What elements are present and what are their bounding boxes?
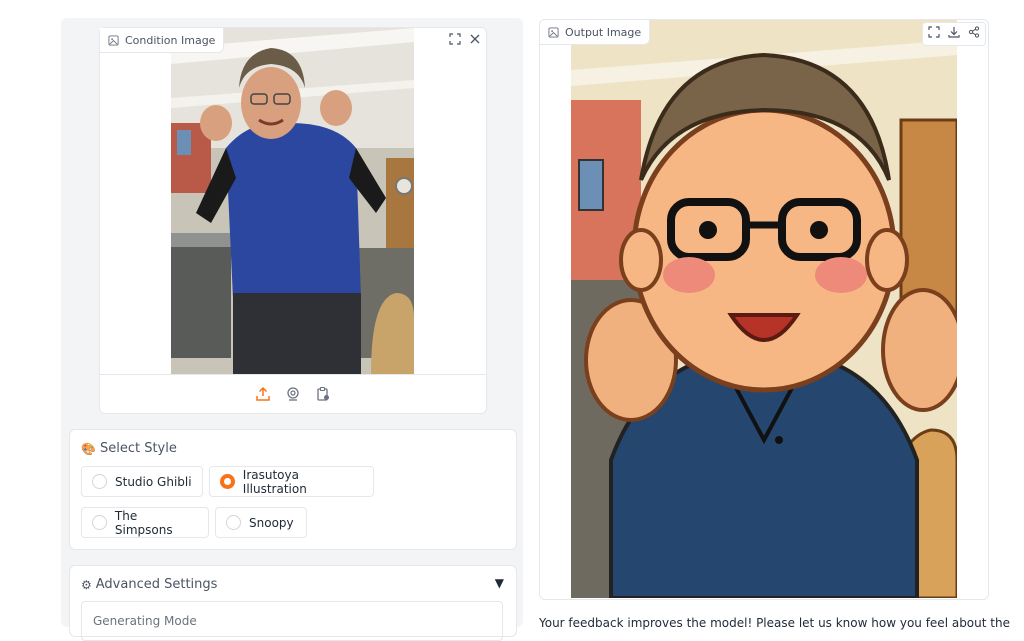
condition-image-box[interactable]: Condition Image: [99, 27, 487, 414]
webcam-icon[interactable]: [284, 385, 302, 403]
style-option-snoopy[interactable]: Snoopy: [215, 507, 307, 538]
output-illustration: [571, 20, 965, 599]
fullscreen-icon[interactable]: [925, 23, 943, 41]
gear-icon: ⚙: [81, 577, 92, 592]
style-option-the-simpsons[interactable]: The Simpsons: [81, 507, 209, 538]
radio-button[interactable]: [92, 515, 107, 530]
style-option-irasutoya[interactable]: Irasutoya Illustration: [209, 466, 374, 497]
generating-mode-field[interactable]: Generating Mode: [81, 601, 503, 641]
image-icon: [108, 34, 119, 46]
condition-source-bar: [100, 374, 486, 413]
output-image-box: Output Image: [539, 19, 989, 600]
palette-icon: 🎨: [81, 441, 96, 456]
share-icon[interactable]: [965, 23, 983, 41]
radio-button-selected[interactable]: [220, 474, 235, 489]
condition-toolbar: [446, 30, 484, 48]
fullscreen-icon[interactable]: [446, 30, 464, 48]
radio-button[interactable]: [92, 474, 107, 489]
condition-image-label: Condition Image: [100, 28, 225, 53]
condition-photo: [171, 28, 414, 374]
feedback-text: Your feedback improves the model! Please…: [539, 616, 1010, 630]
radio-button[interactable]: [226, 515, 241, 530]
download-icon[interactable]: [945, 23, 963, 41]
advanced-settings-header[interactable]: ⚙ Advanced Settings: [81, 577, 217, 592]
advanced-settings-panel: ⚙ Advanced Settings ▼ Generating Mode: [69, 565, 517, 641]
output-toolbar: [922, 22, 986, 46]
style-option-studio-ghibli[interactable]: Studio Ghibli: [81, 466, 203, 497]
upload-icon[interactable]: [254, 385, 272, 403]
output-image-label: Output Image: [540, 20, 651, 45]
clipboard-icon[interactable]: [314, 385, 332, 403]
image-icon: [548, 26, 559, 38]
close-icon[interactable]: [466, 30, 484, 48]
select-style-title: 🎨 Select Style: [81, 441, 177, 456]
triangle-down-icon[interactable]: ▼: [495, 576, 504, 590]
select-style-panel: 🎨 Select Style Studio Ghibli Irasutoya I…: [69, 429, 517, 550]
